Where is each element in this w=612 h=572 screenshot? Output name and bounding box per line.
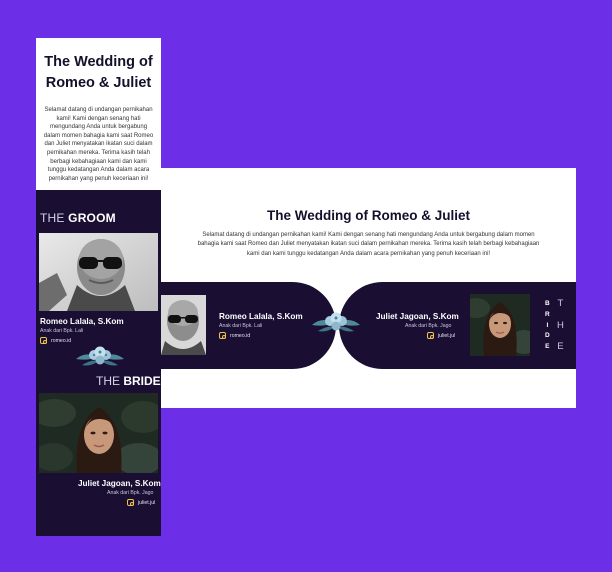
desktop-bride-parents: Anak dari Bpk. Jago <box>405 323 452 329</box>
mobile-intro-section: The Wedding of Romeo & Juliet Selamat da… <box>36 38 161 189</box>
vertical-the-label: T H E <box>557 298 564 352</box>
bride-panel <box>339 282 576 369</box>
instagram-icon <box>427 332 434 339</box>
desktop-bride-name: Juliet Jagoan, S.Kom <box>376 312 459 321</box>
flower-bouquet-icon <box>72 343 128 371</box>
desktop-groom-name: Romeo Lalala, S.Kom <box>219 312 303 321</box>
bride-instagram-link[interactable]: juliet.jul <box>127 499 155 506</box>
bride-photo <box>39 393 158 473</box>
bride-name: Juliet Jagoan, S.Kom <box>78 479 161 488</box>
instagram-icon <box>40 337 47 344</box>
groom-parents: Anak dari Bpk. Lali <box>40 328 84 334</box>
desktop-groom-instagram-link[interactable]: romeo.id <box>219 332 250 339</box>
desktop-title: The Wedding of Romeo & Juliet <box>266 208 470 223</box>
desktop-groom-photo <box>161 295 206 355</box>
desktop-bride-instagram-handle: juliet.jul <box>438 332 456 339</box>
mobile-intro-text: Selamat datang di undangan pernikahan ka… <box>43 107 154 182</box>
mobile-title: The Wedding of Romeo & Juliet <box>44 54 153 91</box>
groom-name: Romeo Lalala, S.Kom <box>40 317 124 326</box>
instagram-icon <box>219 332 226 339</box>
desktop-intro-text: Selamat datang di undangan pernikahan ka… <box>197 232 540 257</box>
groom-heading: THE GROOM <box>40 211 116 225</box>
groom-instagram-link[interactable]: romeo.id <box>40 337 71 344</box>
desktop-groom-parents: Anak dari Bpk. Lali <box>219 323 263 329</box>
flower-bouquet-icon <box>309 309 363 337</box>
desktop-bride-photo <box>470 294 530 356</box>
vertical-bride-label: B R I D E <box>545 300 550 350</box>
desktop-bride-instagram-link[interactable]: juliet.jul <box>427 332 455 339</box>
groom-instagram-handle: romeo.id <box>51 337 72 344</box>
bride-parents: Anak dari Bpk. Jago <box>107 490 154 496</box>
bride-instagram-handle: juliet.jul <box>138 499 156 506</box>
desktop-groom-instagram-handle: romeo.id <box>230 332 251 339</box>
desktop-preview: The Wedding of Romeo & Juliet Selamat da… <box>161 168 576 408</box>
groom-photo <box>39 233 158 311</box>
instagram-icon <box>127 499 134 506</box>
